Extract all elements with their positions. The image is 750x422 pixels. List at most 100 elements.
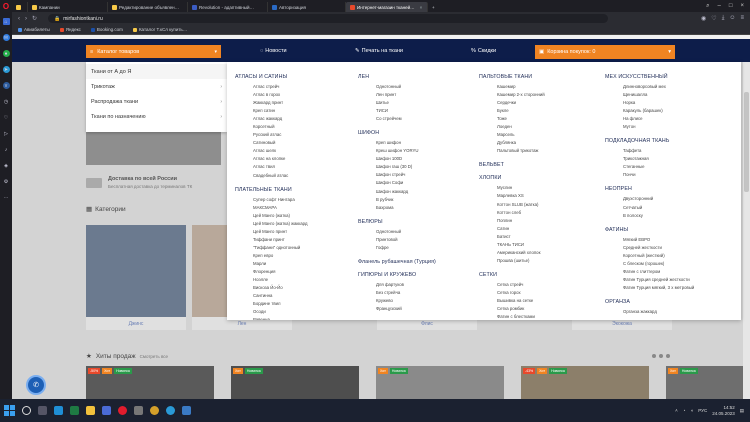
clock[interactable]: 14:52 24.05.2023	[712, 405, 735, 417]
bookmark-item[interactable]: Каталог Т.кСл купить…	[132, 27, 187, 32]
menu-link[interactable]: Гофре	[376, 244, 436, 252]
menu-link[interactable]: Цей Манго принт	[253, 228, 307, 236]
opera-logo-icon[interactable]: O	[0, 0, 12, 12]
menu-section-heading[interactable]: Хлопки	[479, 175, 545, 181]
menu-section-heading[interactable]: Мех искусственный	[605, 74, 694, 80]
menu-link[interactable]: Длинноворсовый мех	[623, 83, 694, 91]
menu-link[interactable]: Корсетный (жесткий)	[623, 252, 694, 260]
menu-link[interactable]: Сетчатый	[623, 204, 694, 212]
minimize-icon[interactable]: –	[718, 3, 721, 10]
browser-tab[interactable]: Revolution - адаптивный…	[188, 2, 268, 12]
menu-link[interactable]: Каракуль (барашек)	[623, 107, 694, 115]
menu-link[interactable]: Вискоза Йо-Йо	[253, 284, 307, 292]
browser-tab[interactable]	[12, 2, 28, 12]
menu-link[interactable]: МАКСМАРА	[253, 204, 307, 212]
notifications-icon[interactable]: ▤	[740, 408, 744, 414]
excel-icon[interactable]	[70, 406, 79, 415]
menu-link[interactable]: Шифон жаккард	[376, 188, 436, 196]
bookmark-item[interactable]: Яндекс	[59, 27, 81, 32]
menu-icon[interactable]: ≡	[740, 15, 744, 22]
menu-link[interactable]: Батист	[497, 233, 545, 241]
menu-link[interactable]: Французский	[376, 305, 436, 313]
forward-icon[interactable]: ›	[25, 16, 27, 22]
menu-link[interactable]: ТИСИ	[376, 107, 436, 115]
menu-link[interactable]: Двухсторонний	[623, 195, 694, 203]
nav-discounts[interactable]: % Скидки	[471, 48, 496, 54]
menu-link[interactable]: Сетка ромбик	[497, 305, 545, 313]
menu-link[interactable]: Фатин Турция средней жесткости	[623, 276, 694, 284]
menu-link[interactable]: В полоску	[623, 212, 694, 220]
settings-gear-icon[interactable]: ⚙	[3, 178, 10, 185]
menu-link[interactable]: "Тиффани" однотонный	[253, 244, 307, 252]
menu-section-heading[interactable]: Неопрен	[605, 186, 694, 192]
messenger-icon[interactable]: ✉	[2, 34, 10, 41]
menu-link[interactable]: Таффета	[623, 147, 694, 155]
menu-link[interactable]: Атлас твил	[253, 163, 307, 171]
carousel-dot[interactable]	[659, 354, 663, 358]
url-field[interactable]: 🔒 mirfashiontkani.ru	[48, 14, 609, 23]
dropdown-item[interactable]: Ткани от А до Я	[86, 64, 227, 79]
task-view-icon[interactable]	[38, 406, 47, 415]
browser-tab-active[interactable]: Интернет-магазин тканей… ×	[346, 2, 428, 12]
new-tab-button[interactable]: +	[428, 2, 439, 12]
product-card[interactable]: -50% Хит Новинка	[86, 366, 214, 399]
product-card[interactable]: -43% Хит Новинка	[521, 366, 649, 399]
menu-section-heading[interactable]: Гипюры и кружево	[358, 272, 436, 278]
call-phone-button[interactable]: ✆	[26, 375, 46, 395]
menu-link[interactable]: Принтовой	[376, 236, 436, 244]
menu-link[interactable]: Шитье	[376, 99, 436, 107]
menu-link[interactable]: Сетка стрейч	[497, 281, 545, 289]
menu-link[interactable]: Сатиновый	[253, 139, 307, 147]
menu-link[interactable]: Тоже	[497, 115, 545, 123]
speed-dial-icon[interactable]: ⌂	[2, 18, 10, 25]
profile-icon[interactable]: ☺	[729, 15, 735, 22]
menu-link[interactable]: Шифон Софи	[376, 179, 436, 187]
menu-section-heading[interactable]: Велюры	[358, 219, 436, 225]
download-icon[interactable]: ⤓	[722, 15, 725, 22]
menu-link[interactable]: Букле	[497, 107, 545, 115]
menu-link[interactable]: Атлас в горох	[253, 91, 307, 99]
player-icon[interactable]: ♪	[3, 146, 10, 153]
menu-link[interactable]: Вышивка на сетке	[497, 297, 545, 305]
menu-link[interactable]: Прошва (шитье)	[497, 257, 545, 265]
menu-link[interactable]: Атлас на клопке	[253, 155, 307, 163]
menu-link[interactable]: Креш шифон YORYU	[376, 147, 436, 155]
menu-section-heading[interactable]: Пальтовые ткани	[479, 74, 545, 80]
menu-link[interactable]: Щенишалла	[623, 91, 694, 99]
menu-link[interactable]: В рубчик	[376, 196, 436, 204]
menu-link[interactable]: Мягкий ЕВРО	[623, 236, 694, 244]
menu-section-heading[interactable]: Шифон	[358, 130, 436, 136]
menu-link[interactable]: Однотонный	[376, 228, 436, 236]
menu-section-heading[interactable]: Вельвет	[479, 162, 545, 168]
cart-button[interactable]: ▣ Корзина покупок: 0 ▾	[535, 45, 675, 59]
menu-link[interactable]: Бахрома	[376, 204, 436, 212]
menu-link[interactable]: Коттон слеб	[497, 209, 545, 217]
nav-print[interactable]: ✎ Печать на ткани	[355, 48, 403, 54]
carousel-dot[interactable]	[652, 354, 656, 358]
menu-link[interactable]: Марли	[253, 260, 307, 268]
menu-section-heading[interactable]: Сетки	[479, 272, 545, 278]
menu-link[interactable]: Жаккард принт	[253, 99, 307, 107]
menu-link[interactable]: Поплин	[497, 217, 545, 225]
bookmark-heart-icon[interactable]: ♡	[711, 15, 716, 22]
app-icon[interactable]	[134, 406, 143, 415]
menu-link[interactable]: Шифон стрейч	[376, 171, 436, 179]
menu-link[interactable]: Сатин	[497, 225, 545, 233]
menu-section-heading[interactable]: Лен	[358, 74, 436, 80]
show-all-link[interactable]: Смотреть все	[140, 354, 168, 359]
bookmarks-icon[interactable]: ♡	[3, 114, 10, 121]
menu-link[interactable]: Осоди	[253, 308, 307, 316]
menu-link[interactable]: Мутон	[623, 123, 694, 131]
menu-link[interactable]: Пончи	[623, 171, 694, 179]
menu-link[interactable]: Органза жаккард	[623, 308, 694, 316]
menu-link[interactable]: Без стрейча	[376, 289, 436, 297]
reload-icon[interactable]: ↻	[32, 15, 37, 22]
menu-link[interactable]: Креп евро	[253, 252, 307, 260]
product-card[interactable]: Хит Новинка	[231, 366, 359, 399]
close-tab-icon[interactable]: ×	[420, 5, 423, 10]
browser-tab[interactable]: Редактирование объявлен…	[108, 2, 188, 12]
menu-section-heading[interactable]: Органза	[605, 299, 694, 305]
explorer-icon[interactable]	[86, 406, 95, 415]
telegram-taskbar-icon[interactable]	[166, 406, 175, 415]
menu-section-heading[interactable]: Фланель рубашечная (Турция)	[358, 259, 436, 265]
